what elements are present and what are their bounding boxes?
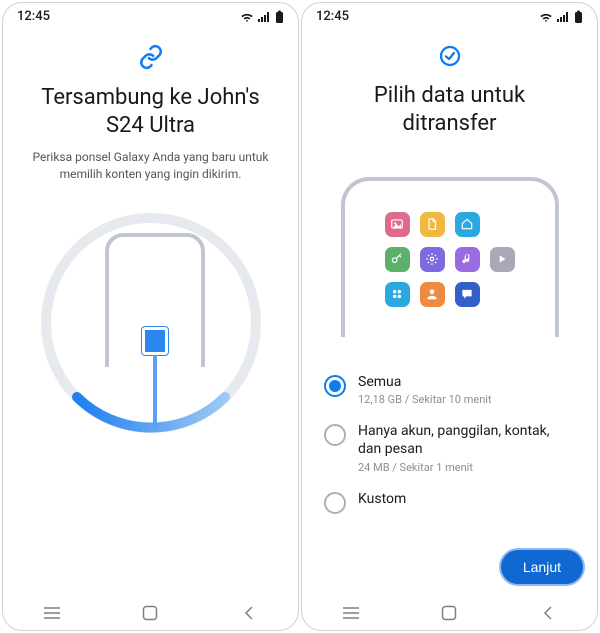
app-icon-music [455, 247, 480, 272]
option-label: Semua [358, 373, 492, 391]
clock: 12:45 [316, 9, 349, 24]
nav-bar [3, 596, 298, 630]
option-label: Hanya akun, panggilan, kontak, dan pesan [358, 422, 575, 458]
nav-home[interactable] [130, 605, 170, 621]
option-label: Kustom [358, 490, 406, 508]
next-button[interactable]: Lanjut [501, 550, 583, 584]
page-title: Pilih data untuk ditransfer [328, 82, 571, 137]
app-icon-grid [385, 282, 410, 307]
radio-button[interactable] [324, 424, 346, 446]
wifi-icon [539, 11, 553, 23]
status-icons [240, 10, 284, 24]
wifi-icon [240, 11, 254, 23]
app-icon-home [455, 212, 480, 237]
app-icon-chat [455, 282, 480, 307]
app-icon-keys [385, 247, 410, 272]
battery-icon [275, 10, 284, 24]
option-desc: 12,18 GB / Sekitar 10 menit [358, 393, 492, 406]
page-title: Tersambung ke John's S24 Ultra [29, 84, 272, 139]
app-icon-empty1 [490, 212, 515, 237]
clock: 12:45 [17, 9, 50, 24]
statusbar: 12:45 [302, 3, 597, 26]
signal-icon [557, 11, 570, 23]
app-icon-play [490, 247, 515, 272]
screen-connected: 12:45 Tersambung ke John's S24 Ultra Per… [2, 2, 299, 631]
statusbar: 12:45 [3, 3, 298, 26]
nav-home[interactable] [429, 605, 469, 621]
app-icon-settings [420, 247, 445, 272]
options-list: Semua 12,18 GB / Sekitar 10 menit Hanya ak… [320, 365, 579, 522]
screen-select-data: 12:45 Pilih data untuk ditransfer Semua 1… [301, 2, 598, 631]
page-subtitle: Periksa ponsel Galaxy Anda yang baru unt… [29, 149, 272, 183]
nav-back[interactable] [229, 605, 269, 621]
option-desc: 24 MB / Sekitar 1 menit [358, 461, 575, 474]
radio-button[interactable] [324, 492, 346, 514]
nav-recents[interactable] [32, 606, 72, 620]
nav-bar [302, 596, 597, 630]
app-icon-files [420, 212, 445, 237]
radio-button[interactable] [324, 375, 346, 397]
signal-icon [258, 11, 271, 23]
nav-back[interactable] [528, 605, 568, 621]
app-icon-empty2 [490, 282, 515, 307]
link-icon [138, 44, 164, 70]
app-icon-contact [420, 282, 445, 307]
app-icon-gallery [385, 212, 410, 237]
connection-illustration [41, 213, 261, 433]
nav-recents[interactable] [331, 606, 371, 620]
apps-illustration [341, 177, 559, 337]
option-1[interactable]: Hanya akun, panggilan, kontak, dan pesan… [320, 414, 579, 481]
option-2[interactable]: Kustom [320, 482, 579, 522]
check-icon [438, 44, 462, 68]
option-0[interactable]: Semua 12,18 GB / Sekitar 10 menit [320, 365, 579, 414]
battery-icon [574, 10, 583, 24]
status-icons [539, 10, 583, 24]
